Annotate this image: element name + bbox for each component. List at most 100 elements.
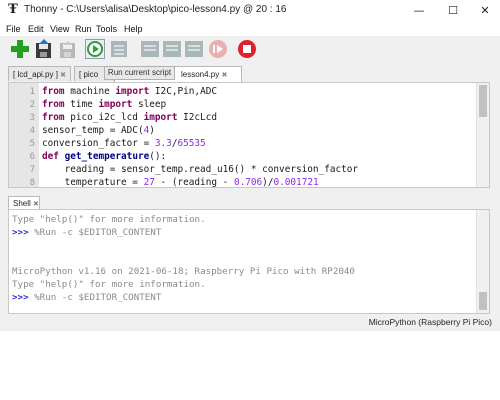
code-line: from time import sleep xyxy=(42,99,166,110)
step-over-icon xyxy=(141,41,159,57)
toolbar xyxy=(0,36,500,62)
code-line: from machine import I2C,Pin,ADC xyxy=(42,86,217,97)
line-number: 4 xyxy=(29,126,35,136)
code-token: pico_i2c_lcd xyxy=(64,112,144,123)
code-token: sleep xyxy=(132,99,167,110)
new-file-button[interactable] xyxy=(10,39,30,59)
load-file-button[interactable] xyxy=(34,39,54,59)
code-token: def xyxy=(42,151,59,162)
status-bar: MicroPython (Raspberry Pi Pico) xyxy=(0,316,500,331)
step-out-icon xyxy=(185,41,203,57)
step-into-button[interactable] xyxy=(162,39,182,59)
stop-icon xyxy=(238,40,256,58)
shell-line: >>> %Run -c $EDITOR_CONTENT xyxy=(12,227,161,238)
line-number: 8 xyxy=(29,178,35,188)
code-token: import xyxy=(98,99,133,110)
line-number: 1 xyxy=(29,87,35,97)
code-line: reading = sensor_temp.read_u16() * conve… xyxy=(42,164,359,175)
menu-run[interactable]: Run xyxy=(75,22,92,36)
stop-button[interactable] xyxy=(237,39,257,59)
code-token: reading = sensor_temp.read_u16() * conve… xyxy=(42,164,359,175)
code-token: 0.001721 xyxy=(273,177,319,188)
menu-tools[interactable]: Tools xyxy=(96,22,117,36)
shell-line: MicroPython v1.16 on 2021-06-18; Raspber… xyxy=(12,266,355,277)
menu-help[interactable]: Help xyxy=(124,22,143,36)
close-tab-icon[interactable]: ✖ xyxy=(33,201,39,208)
floppy-save-icon xyxy=(60,41,75,58)
line-number: 3 xyxy=(29,113,35,123)
tab-shell[interactable]: Shell ✖ xyxy=(8,196,40,209)
code-editor[interactable]: 1 2 3 4 5 6 7 8 from machine import I2C,… xyxy=(8,82,490,188)
shell-text: %Run -c $EDITOR_CONTENT xyxy=(28,292,162,303)
code-token: from xyxy=(42,86,65,97)
code-line: def get_temperature(): xyxy=(42,151,166,162)
shell-line: >>> %Run -c $EDITOR_CONTENT xyxy=(12,292,161,303)
code-token: machine xyxy=(64,86,116,97)
shell-text: Type "help()" for more information. xyxy=(12,279,206,290)
code-token: from xyxy=(42,99,65,110)
tab-lcd-api[interactable]: [ lcd_api.py ] ✖ xyxy=(8,66,71,81)
code-token: 65535 xyxy=(177,138,206,149)
plus-icon xyxy=(11,40,29,58)
shell-prompt: >>> xyxy=(12,292,29,303)
step-out-button[interactable] xyxy=(184,39,204,59)
editor-tab-bar: [ lcd_api.py ] ✖ [ pico lesson4.py ✖ xyxy=(8,66,490,82)
code-token: I2C,Pin,ADC xyxy=(149,86,217,97)
code-line: conversion_factor = 3.3/65535 xyxy=(42,138,206,149)
window-title: Thonny - C:\Users\alisa\Desktop\pico-les… xyxy=(24,4,287,15)
line-number: 2 xyxy=(29,100,35,110)
line-number: 6 xyxy=(29,152,35,162)
shell-line: Type "help()" for more information. xyxy=(12,214,206,225)
code-line: from pico_i2c_lcd import I2cLcd xyxy=(42,112,217,123)
code-token: )/ xyxy=(262,177,274,188)
play-icon xyxy=(87,41,103,57)
menu-bar: File Edit View Run Tools Help xyxy=(0,22,500,36)
close-tab-icon[interactable]: ✖ xyxy=(60,72,66,79)
code-token: I2cLcd xyxy=(177,112,217,123)
step-into-icon xyxy=(163,41,181,57)
shell-scrollbar[interactable] xyxy=(476,210,489,313)
interpreter-status[interactable]: MicroPython (Raspberry Pi Pico) xyxy=(369,317,492,327)
thonny-window: Ŧ Thonny - C:\Users\alisa\Desktop\pico-l… xyxy=(0,0,500,331)
code-token: ) xyxy=(149,125,155,136)
code-token: 0.706 xyxy=(233,177,263,188)
resume-icon xyxy=(209,40,227,58)
close-button[interactable]: ✕ xyxy=(470,0,500,22)
maximize-button[interactable]: ☐ xyxy=(438,0,468,22)
menu-edit[interactable]: Edit xyxy=(28,22,44,36)
menu-file[interactable]: File xyxy=(6,22,21,36)
shell-tab-bar: Shell ✖ xyxy=(8,196,490,209)
debug-current-script-button[interactable] xyxy=(109,39,129,59)
shell-scroll-thumb[interactable] xyxy=(479,292,487,310)
save-file-button[interactable] xyxy=(58,39,78,59)
code-token: from xyxy=(42,112,65,123)
debug-icon xyxy=(111,41,127,57)
code-text[interactable]: from machine import I2C,Pin,ADC from time… xyxy=(40,83,478,187)
code-token: import xyxy=(115,86,150,97)
tab-label: [ pico xyxy=(79,70,99,79)
run-current-script-button[interactable] xyxy=(85,39,105,59)
step-over-button[interactable] xyxy=(140,39,160,59)
code-line: temperature = 27 - (reading - 0.706)/0.0… xyxy=(42,177,319,188)
code-token: conversion_factor = xyxy=(42,138,155,149)
editor-scrollbar[interactable] xyxy=(476,83,489,187)
line-number-gutter: 1 2 3 4 5 6 7 8 xyxy=(9,83,39,187)
code-token: (): xyxy=(149,151,167,162)
close-tab-icon[interactable]: ✖ xyxy=(221,72,227,79)
editor-scroll-thumb[interactable] xyxy=(479,85,487,117)
menu-view[interactable]: View xyxy=(50,22,69,36)
line-number: 7 xyxy=(29,165,35,175)
shell-panel[interactable]: Type "help()" for more information. >>> … xyxy=(8,209,490,314)
code-token: 3.3 xyxy=(154,138,172,149)
line-number: 5 xyxy=(29,139,35,149)
code-token: - (reading - xyxy=(154,177,234,188)
minimize-button[interactable]: — xyxy=(404,0,434,22)
code-token: temperature = xyxy=(42,177,144,188)
code-line: sensor_temp = ADC(4) xyxy=(42,125,155,136)
resume-button[interactable] xyxy=(208,39,228,59)
tab-label: lesson4.py xyxy=(181,70,220,79)
shell-line: Type "help()" for more information. xyxy=(12,279,206,290)
floppy-open-icon xyxy=(36,39,51,58)
code-token: sensor_temp = ADC( xyxy=(42,125,144,136)
shell-text: MicroPython v1.16 on 2021-06-18; Raspber… xyxy=(12,266,355,277)
